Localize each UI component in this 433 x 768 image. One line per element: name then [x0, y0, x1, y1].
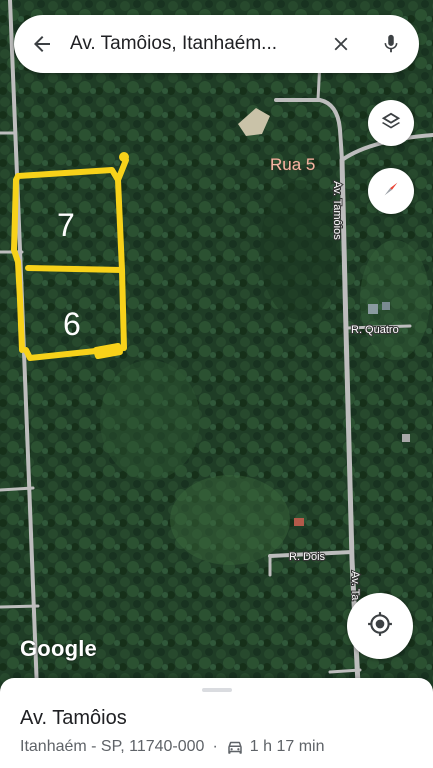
- place-title: Av. Tamôios: [20, 707, 127, 729]
- road-label-av-tamoios-top[interactable]: Av. Tamôios: [330, 180, 344, 241]
- drag-handle[interactable]: [202, 688, 232, 692]
- lot-label-7: 7: [57, 207, 75, 243]
- layers-button[interactable]: [368, 100, 414, 146]
- search-query[interactable]: Av. Tamôios, Itanhaém...: [70, 33, 319, 55]
- road-label-av-tamoios-bottom[interactable]: Av. Ta: [348, 570, 362, 602]
- place-subtitle: Itanhaém - SP, 11740-000 · 1 h 17 min: [20, 738, 324, 756]
- google-logo: Google: [20, 636, 97, 661]
- compass-button[interactable]: [368, 168, 414, 214]
- my-location-button[interactable]: [347, 593, 413, 659]
- travel-time: 1 h 17 min: [249, 738, 325, 755]
- compass-icon: [380, 178, 402, 205]
- search-bar[interactable]: Av. Tamôios, Itanhaém...: [14, 15, 419, 73]
- building: [294, 518, 304, 526]
- my-location-icon: [367, 611, 393, 642]
- road-label-r-quatro[interactable]: R. Quatro: [350, 323, 400, 337]
- lot-label-6: 6: [63, 306, 81, 342]
- building: [368, 304, 378, 314]
- separator: ·: [212, 738, 218, 755]
- road-label-r-dois[interactable]: R. Dois: [288, 550, 327, 564]
- close-icon[interactable]: [319, 15, 363, 73]
- mic-icon[interactable]: [363, 15, 419, 73]
- road-label-rua-5[interactable]: Rua 5: [270, 155, 316, 175]
- layers-icon: [380, 110, 402, 137]
- car-icon: [226, 738, 244, 756]
- building: [382, 302, 390, 310]
- arrow-back-icon[interactable]: [14, 15, 70, 73]
- building: [402, 434, 410, 442]
- place-address: Itanhaém - SP, 11740-000: [20, 738, 205, 755]
- place-bottom-sheet[interactable]: Av. Tamôios Itanhaém - SP, 11740-000 · 1…: [0, 678, 433, 768]
